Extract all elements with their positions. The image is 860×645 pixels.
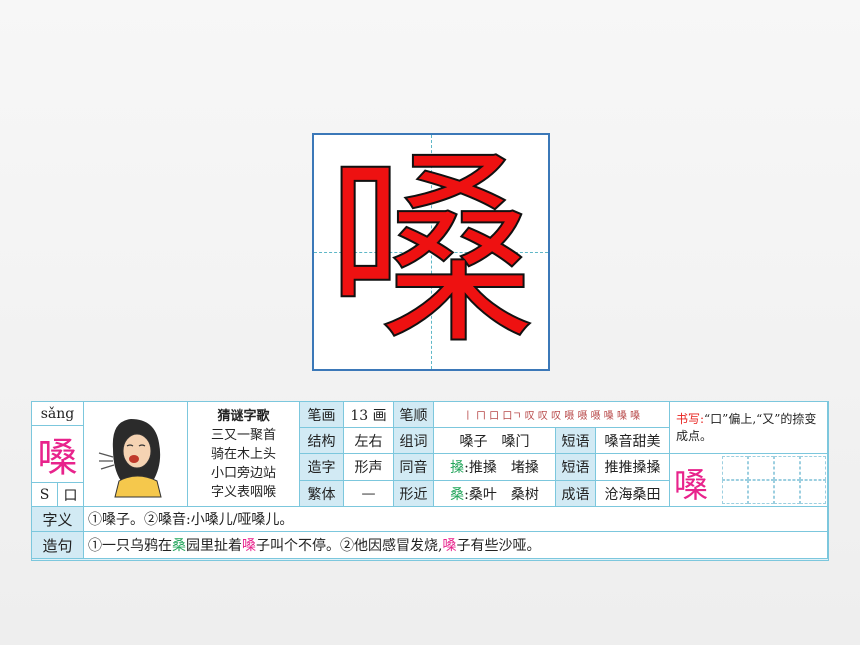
practice-box — [800, 456, 826, 480]
similar-char: 桑 — [450, 486, 465, 503]
formation-label: 造字 — [300, 454, 344, 481]
stroke-count: 13 画 — [344, 402, 394, 428]
practice-box — [722, 480, 748, 504]
phrase-2: 推推搡搡 — [596, 454, 670, 481]
homophone-words: :推搡 堵搡 — [464, 460, 539, 476]
riddle-line: 字义表咽喉 — [210, 484, 276, 500]
traditional: — — [344, 481, 394, 507]
pinyin: sǎng — [32, 402, 84, 426]
writing-tip-box: 书写:“口”偏上,“又”的捺变成点。 — [670, 402, 828, 454]
sentence-keyword: 桑 — [172, 538, 186, 554]
traditional-label: 繁体 — [300, 481, 344, 507]
sentence-part: 子有些沙哑。 — [456, 538, 541, 554]
practice-box — [722, 456, 748, 480]
sentence: ①一只乌鸦在桑园里扯着嗓子叫个不停。②他因感冒发烧, 嗓子有些沙哑。 — [84, 532, 828, 559]
phrase-1: 嗓音甜美 — [596, 428, 670, 454]
sentence-part: 子叫个不停。②他因感冒发烧, — [256, 538, 443, 554]
words: 嗓子 嗓门 — [434, 428, 556, 454]
similar-cell: 桑:桑叶 桑树 — [434, 481, 556, 507]
practice-grid: 嗓 — [670, 454, 828, 507]
homophone-label: 同音 — [394, 454, 434, 481]
practice-box — [800, 480, 826, 504]
sentence-part: 园里扯着 — [186, 538, 242, 554]
practice-box — [774, 456, 800, 480]
structure-label: 结构 — [300, 428, 344, 454]
stroke-order: 丨 ㄇ 口 口ㄱ 叹 叹 叹 嗫 嗫 嗫 嗓 嗓 嗓 — [434, 402, 670, 428]
meaning: ①嗓子。②嗓音:小嗓儿/哑嗓儿。 — [84, 507, 828, 532]
similar-words: :桑叶 桑树 — [464, 486, 539, 503]
idiom-label: 成语 — [556, 481, 596, 507]
homophone-char: 搡 — [450, 460, 465, 476]
phrase-label: 短语 — [556, 428, 596, 454]
idiom: 沧海桑田 — [596, 481, 670, 507]
writing-label: 书写: — [676, 411, 705, 426]
structure: 左右 — [344, 428, 394, 454]
word-label: 组词 — [394, 428, 434, 454]
radical: 口 — [58, 483, 84, 507]
riddle-line: 小口旁边站 — [210, 465, 276, 481]
sentence-keyword: 嗓 — [442, 538, 457, 554]
practice-box — [748, 480, 774, 504]
main-character: 嗓 — [326, 131, 536, 373]
sentence-part: ①一只乌鸦在 — [88, 538, 172, 554]
riddle-line: 三又一聚首 — [210, 427, 276, 443]
riddle-box: 猜谜字歌 三又一聚首 骑在木上头 小口旁边站 字义表咽喉 — [188, 402, 300, 507]
character-info-card: sǎng 嗓 S 口 猜谜字歌 三又一聚首 骑在木上头 小口旁边站 字义表咽喉 … — [31, 401, 829, 561]
formation: 形声 — [344, 454, 394, 481]
practice-box — [774, 480, 800, 504]
riddle-line: 骑在木上头 — [210, 446, 276, 462]
phrase-label-2: 短语 — [556, 454, 596, 481]
sentence-keyword: 嗓 — [242, 538, 256, 554]
sentence-label: 造句 — [32, 532, 84, 559]
meaning-label: 字义 — [32, 507, 84, 532]
stroke-order-label: 笔顺 — [394, 402, 434, 428]
practice-character: 嗓 — [674, 466, 708, 506]
riddle-title: 猜谜字歌 — [217, 408, 270, 424]
stroke-count-label: 笔画 — [300, 402, 344, 428]
illustration-singing-woman — [84, 402, 188, 507]
homophone-cell: 搡:推搡 堵搡 — [434, 454, 556, 481]
card-character: 嗓 — [32, 426, 84, 483]
initial-letter: S — [32, 483, 58, 507]
character-writing-grid: 嗓 — [312, 133, 550, 371]
practice-box — [748, 456, 774, 480]
singing-woman-icon — [98, 419, 162, 498]
similar-label: 形近 — [394, 481, 434, 507]
